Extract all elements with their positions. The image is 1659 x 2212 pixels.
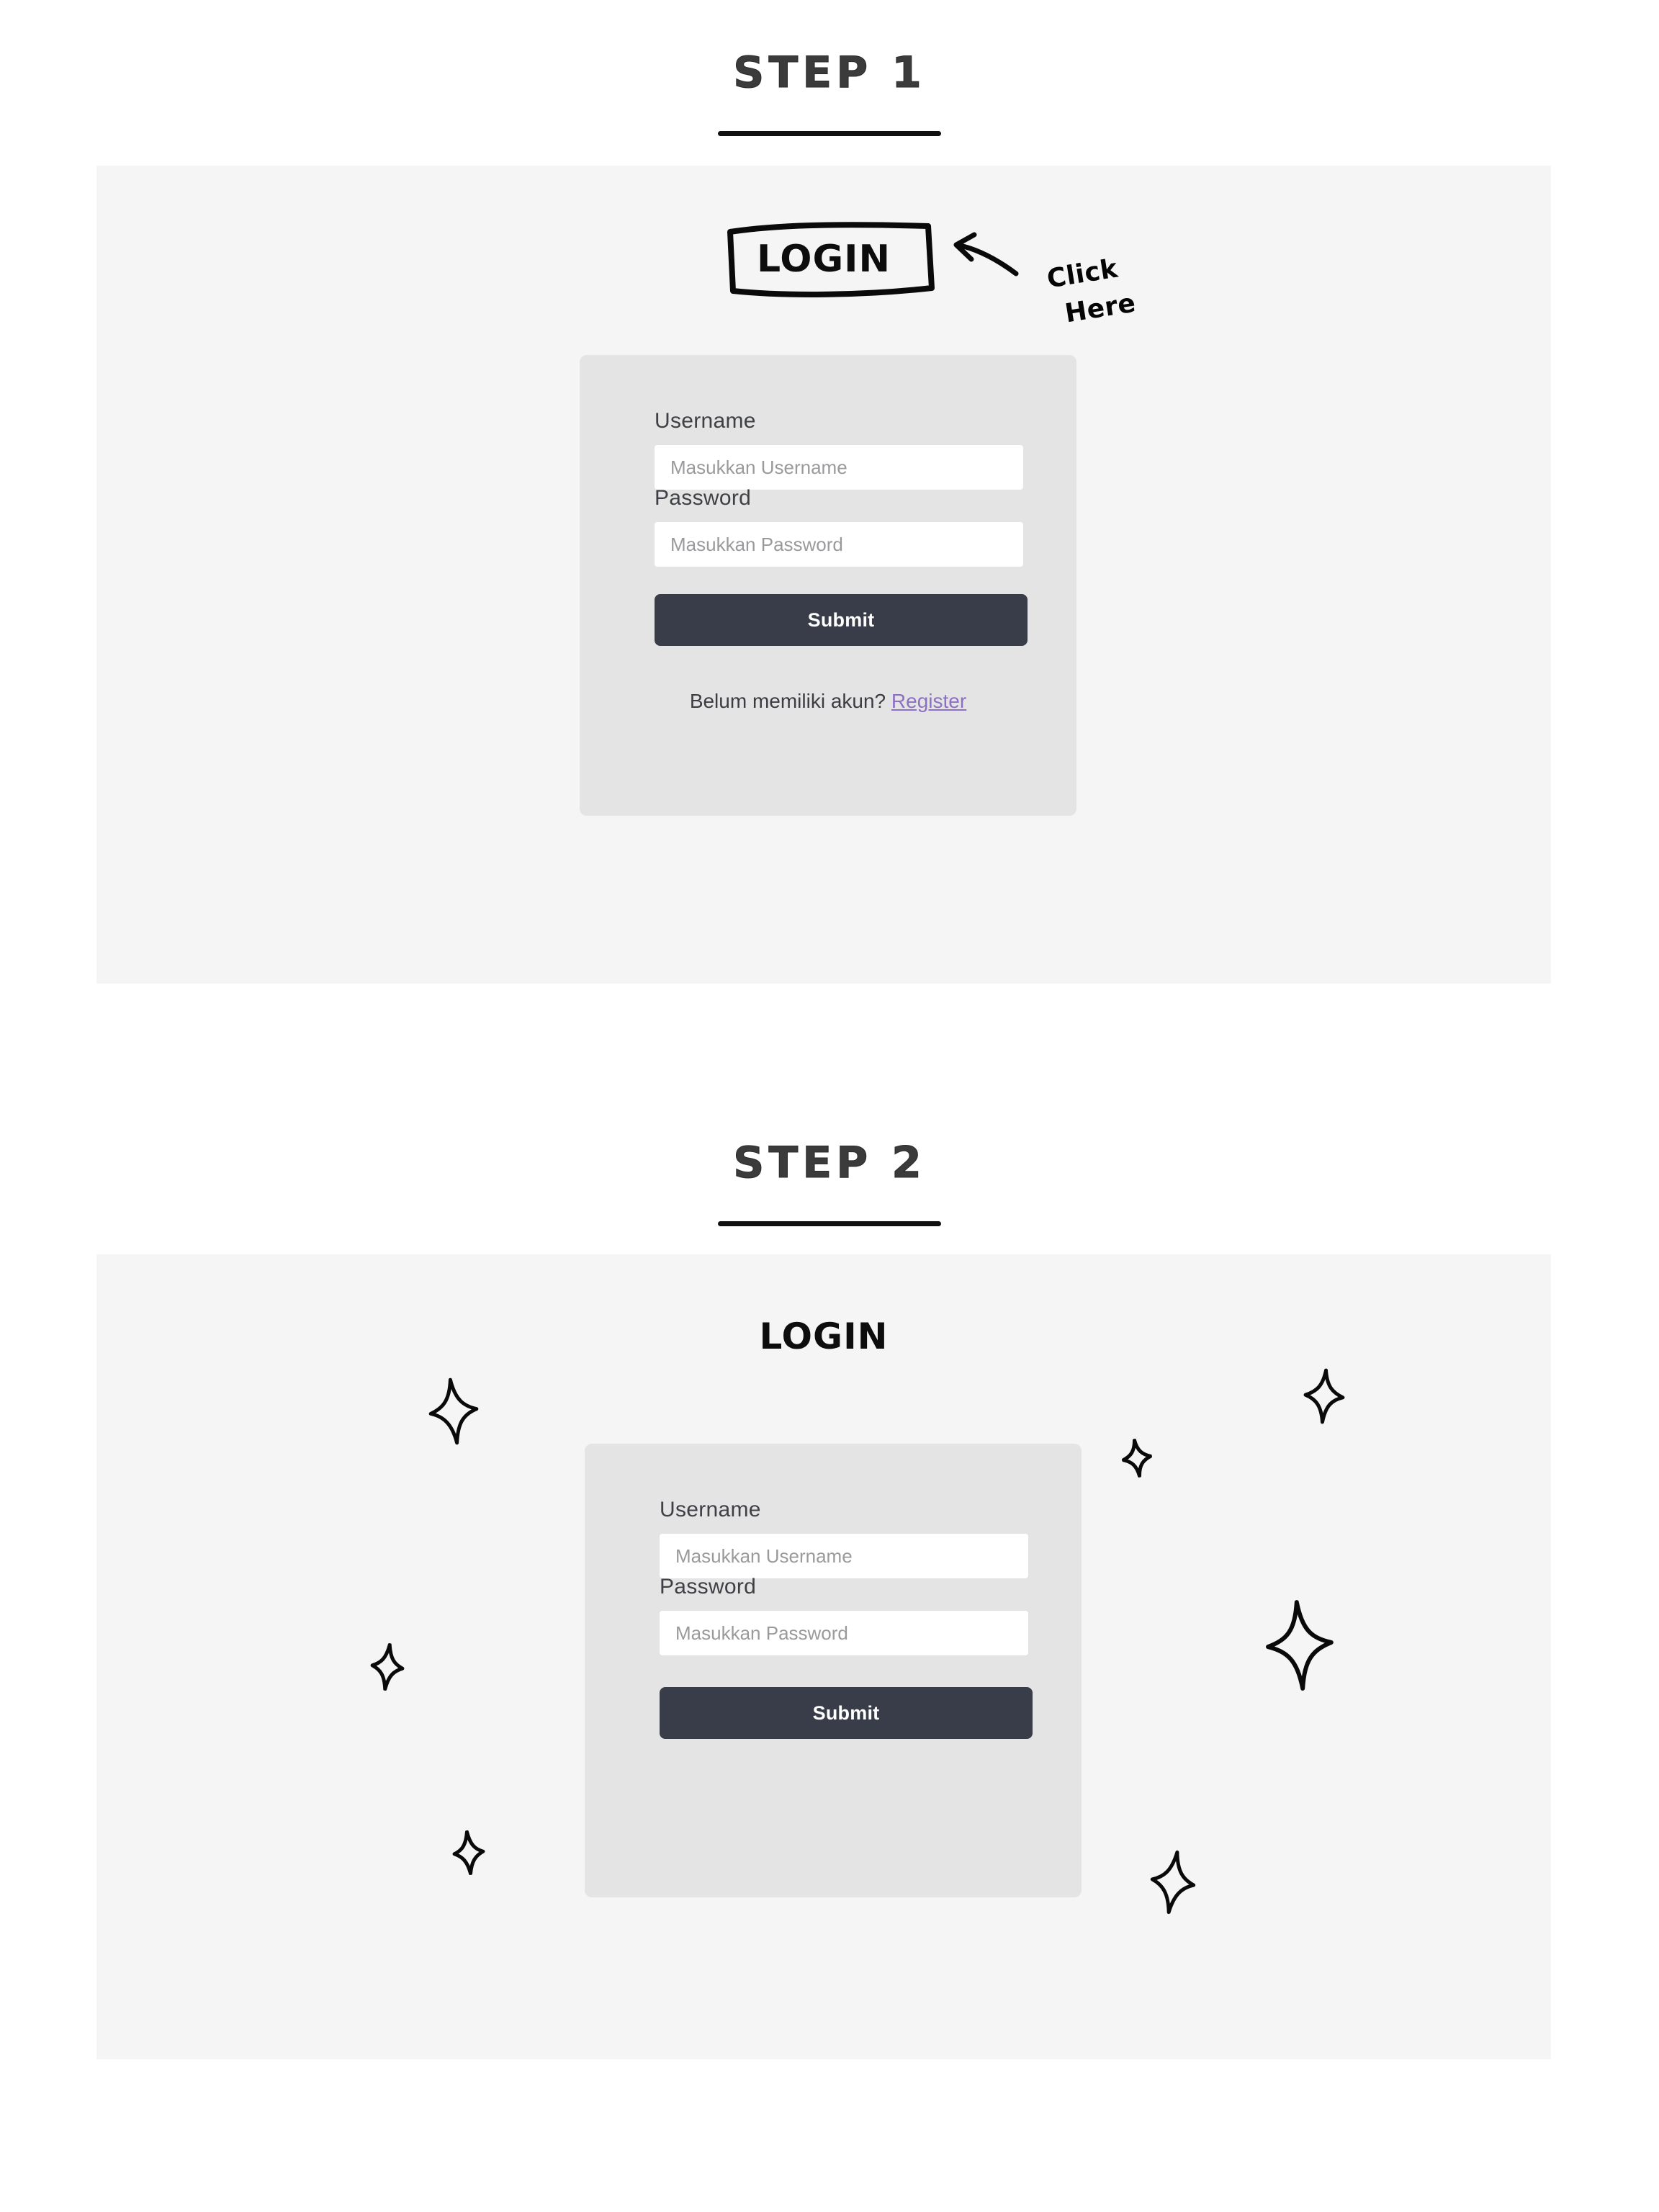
sparkle-top-left-icon — [424, 1374, 483, 1448]
step-1-heading: STEP 1 — [0, 48, 1659, 136]
step-2-username-label: Username — [660, 1498, 761, 1521]
sparkle-top-right-icon — [1301, 1367, 1346, 1426]
step-2-password-input[interactable] — [660, 1611, 1028, 1655]
step-1-login-card: Username Password Submit Belum memiliki … — [580, 355, 1076, 816]
step-2-heading: STEP 2 — [0, 1138, 1659, 1226]
step-1-annotation-here: Here — [1063, 288, 1138, 329]
step-1-username-input[interactable] — [655, 445, 1023, 490]
step-2-screenshot-panel: LOGIN Username Masukkan Username Passwor… — [96, 1254, 1551, 2059]
sparkle-right-upper-icon — [1119, 1437, 1154, 1479]
step-1-submit-button[interactable]: Submit — [655, 594, 1028, 646]
step-1-login-title: LOGIN — [756, 238, 891, 281]
step-1-heading-text: STEP 1 — [733, 48, 926, 99]
step-1-username-label: Username — [655, 409, 756, 433]
step-2-login-title: LOGIN — [759, 1316, 889, 1357]
step-2-username-input[interactable] — [660, 1534, 1028, 1578]
sparkle-right-mid-icon — [1262, 1596, 1339, 1695]
step-1-register-link[interactable]: Register — [891, 690, 966, 712]
step-1-heading-underline — [718, 131, 941, 136]
sparkle-left-lower-icon — [450, 1829, 487, 1876]
step-2-heading-underline — [718, 1221, 941, 1226]
step-2-password-label: Password — [660, 1575, 757, 1599]
step-2-heading-text: STEP 2 — [733, 1138, 926, 1189]
step-2-login-card: Username Password Submit — [585, 1444, 1082, 1897]
step-2-submit-button[interactable]: Submit — [660, 1687, 1033, 1739]
step-1-screenshot-panel: LOGIN Click Here Username Password Submi… — [96, 166, 1551, 984]
step-1-register-prompt: Belum memiliki akun? — [689, 690, 886, 712]
step-1-register-row: Belum memiliki akun? Register — [580, 690, 1076, 713]
step-1-password-input[interactable] — [655, 522, 1023, 567]
sparkle-bottom-right-icon — [1145, 1846, 1201, 1918]
sparkle-left-mid-icon — [368, 1642, 408, 1693]
step-1-password-label: Password — [655, 486, 752, 510]
